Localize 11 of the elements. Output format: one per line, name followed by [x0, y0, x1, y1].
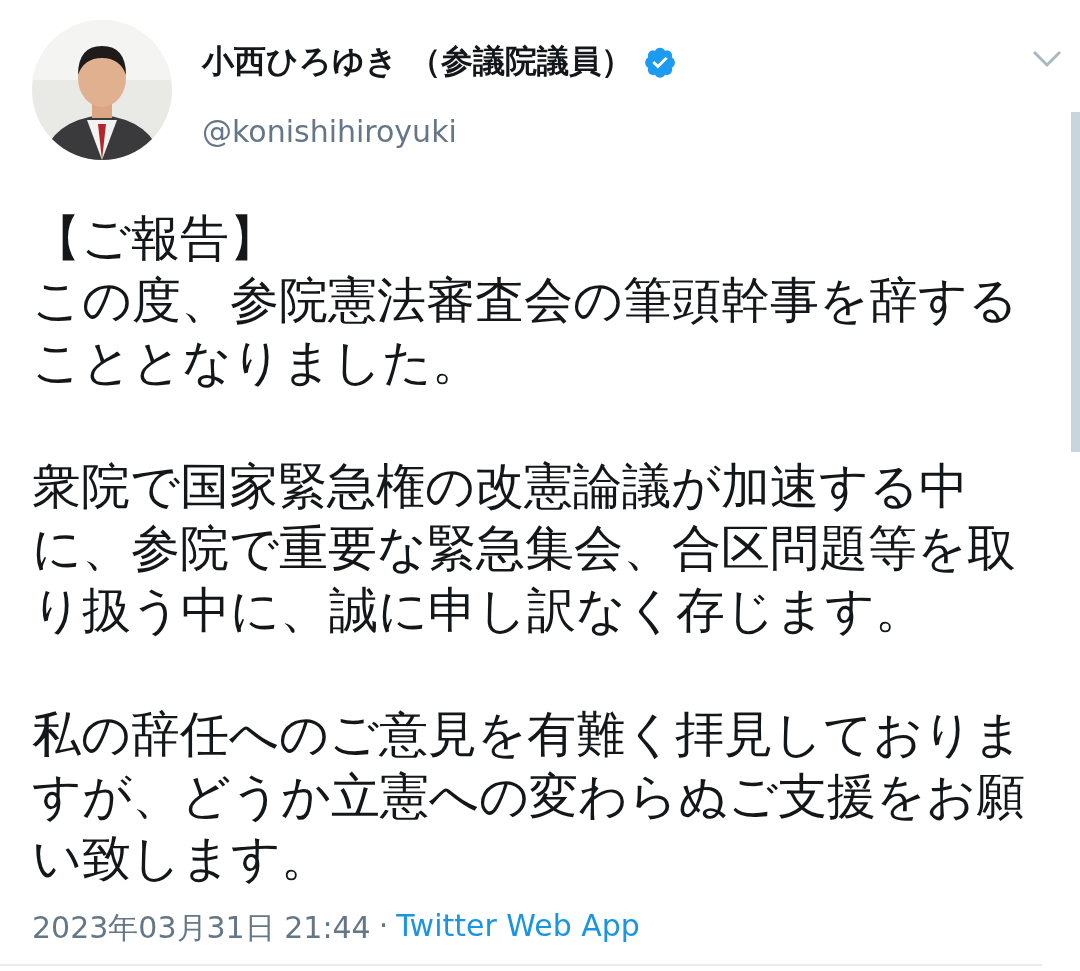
tweet-text: 衆院で国家緊急権の改憲論議が加速する中に、参院で重要な緊急集会、合区問題等を取り扱う中に、誠に申し訳なく存じます。	[32, 457, 1017, 641]
tweet-heading: 【ご報告】	[32, 209, 279, 269]
tweet-text: 私の辞任へのご意見を有難く拝見しておりますが、どうか立憲への変わらぬご支援をお願い致します。	[32, 705, 1026, 889]
author-name: 小西ひろゆき （参議院議員）	[202, 41, 634, 82]
chevron-down-icon[interactable]	[1032, 50, 1062, 68]
scrollbar[interactable]	[1071, 112, 1080, 452]
tweet-text: この度、参院憲法審査会の筆頭幹事を辞することとなりました。	[32, 271, 1019, 393]
source-link[interactable]: Twitter Web App	[396, 908, 640, 949]
timestamp[interactable]: 2023年03月31日 21:44	[32, 908, 371, 949]
author-handle[interactable]: @konishihiroyuki	[202, 114, 1032, 149]
separator-dot: ·	[378, 908, 389, 945]
